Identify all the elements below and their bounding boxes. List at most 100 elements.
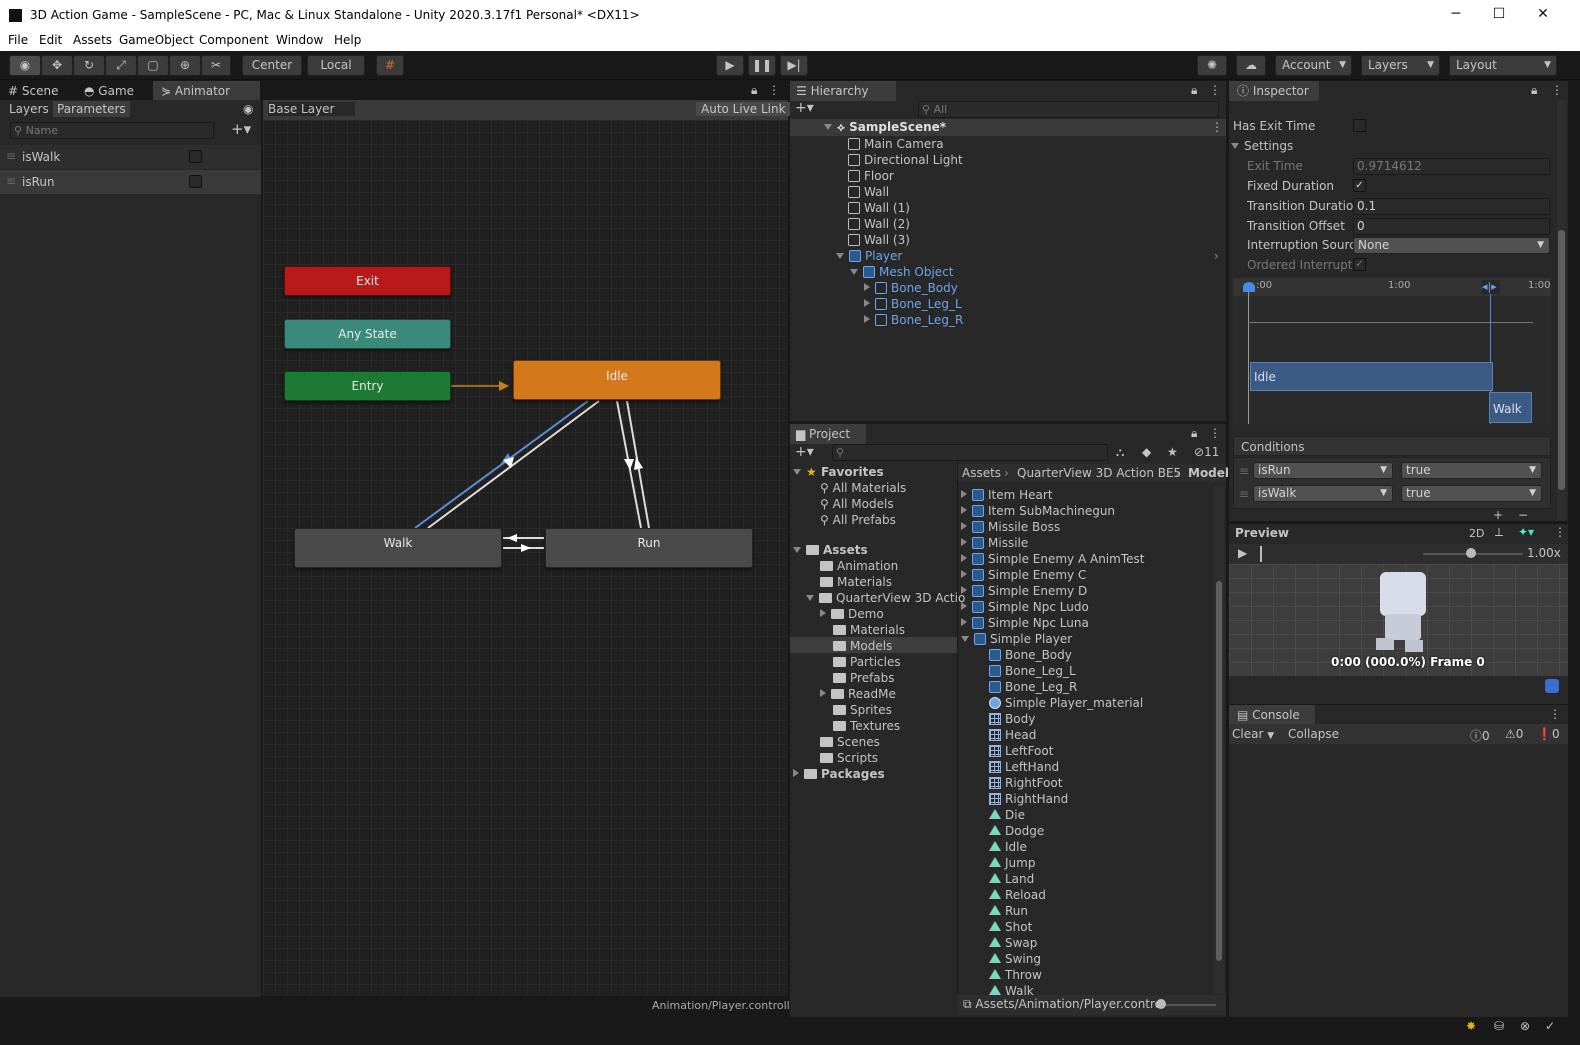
project-search-input[interactable]: ⚲: [832, 444, 1108, 461]
list-item[interactable]: Land: [989, 871, 1034, 887]
menu-edit[interactable]: Edit: [39, 33, 62, 47]
playhead-marker-icon[interactable]: [1243, 282, 1255, 292]
create-asset-button[interactable]: +▾: [795, 444, 814, 460]
clear-button[interactable]: Clear ▼: [1232, 727, 1274, 741]
collapse-icon[interactable]: [864, 299, 870, 307]
list-item[interactable]: Bone_Leg_L: [864, 296, 962, 312]
tree-item[interactable]: Materials: [833, 622, 905, 638]
tree-item[interactable]: Sprites: [833, 702, 892, 718]
has-exit-time-checkbox[interactable]: [1353, 119, 1366, 132]
collapse-icon[interactable]: [961, 490, 967, 498]
expand-icon[interactable]: [793, 469, 801, 475]
rotate-tool-button[interactable]: ↻: [73, 55, 105, 76]
account-dropdown[interactable]: Account ▼: [1275, 55, 1352, 76]
warning-filter[interactable]: ⚠0: [1505, 727, 1523, 741]
expand-icon[interactable]: [793, 547, 801, 553]
tree-item[interactable]: Textures: [833, 718, 900, 734]
move-tool-button[interactable]: ✥: [41, 55, 73, 76]
tab-hierarchy[interactable]: ☰ Hierarchy: [790, 81, 896, 101]
list-item[interactable]: Throw: [989, 967, 1042, 983]
tree-item[interactable]: Materials: [820, 574, 892, 590]
collapse-icon[interactable]: [864, 315, 870, 323]
state-exit[interactable]: Exit: [284, 266, 451, 296]
collapse-icon[interactable]: [961, 554, 967, 562]
menu-gameobject[interactable]: GameObject: [119, 33, 194, 47]
play-button[interactable]: ▶: [716, 55, 744, 76]
list-item[interactable]: Simple Player_material: [989, 695, 1143, 711]
error-filter[interactable]: ❗0: [1537, 727, 1560, 741]
more-icon[interactable]: ⋮: [1549, 707, 1561, 721]
cloud-icon[interactable]: ☁: [1236, 55, 1266, 76]
tree-item[interactable]: Particles: [833, 654, 901, 670]
list-item[interactable]: Simple Enemy C: [961, 567, 1086, 583]
expand-icon[interactable]: [824, 124, 832, 130]
log-filter[interactable]: ⓘ0: [1470, 727, 1490, 744]
tree-item[interactable]: Scenes: [820, 734, 880, 750]
transition-offset-field[interactable]: 0: [1353, 218, 1550, 235]
tree-item[interactable]: ⚲ All Prefabs: [820, 512, 896, 528]
menu-window[interactable]: Window: [276, 33, 323, 47]
tree-assets[interactable]: Assets: [793, 542, 868, 558]
lock-icon[interactable]: 🔒︎: [751, 83, 757, 98]
drag-handle-icon[interactable]: ≡: [1239, 487, 1249, 501]
tree-item[interactable]: QuarterView 3D Actio: [806, 590, 965, 606]
list-item[interactable]: LeftHand: [989, 759, 1059, 775]
lock-icon[interactable]: 🔒︎: [1191, 83, 1197, 98]
exit-time-field[interactable]: 0.9714612: [1353, 158, 1550, 175]
transition-duration-field[interactable]: 0.1: [1353, 198, 1550, 215]
tree-item[interactable]: Models: [833, 638, 892, 654]
grid-snap-button[interactable]: #: [376, 55, 404, 76]
collapse-icon[interactable]: [961, 522, 967, 530]
state-idle[interactable]: Idle: [513, 360, 721, 400]
list-item[interactable]: Missile: [961, 535, 1028, 551]
breadcrumb-base-layer[interactable]: Base Layer: [268, 102, 355, 116]
preview-play-button[interactable]: ▶: [1238, 546, 1247, 560]
cache-server-icon[interactable]: ⛁: [1494, 1019, 1504, 1033]
list-item[interactable]: Swap: [989, 935, 1037, 951]
lock-icon[interactable]: 🔒︎: [1531, 83, 1537, 98]
param-checkbox[interactable]: [189, 150, 202, 163]
scrollbar-thumb[interactable]: [1558, 230, 1565, 490]
eye-icon[interactable]: ◉: [243, 102, 253, 116]
collapse-icon[interactable]: [961, 602, 967, 610]
expand-icon[interactable]: [806, 595, 814, 601]
scrollbar[interactable]: [1557, 100, 1566, 520]
expand-icon[interactable]: [961, 636, 969, 642]
asset-label-icon[interactable]: [1545, 679, 1559, 693]
menu-help[interactable]: Help: [334, 33, 361, 47]
preview-scrub-line[interactable]: [1260, 546, 1262, 562]
lock-icon[interactable]: 🔒︎: [1191, 426, 1197, 441]
condition-value-dropdown[interactable]: true ▼: [1401, 462, 1542, 479]
list-item[interactable]: Bone_Body: [989, 647, 1072, 663]
auto-live-link-toggle[interactable]: Auto Live Link: [696, 102, 791, 116]
more-icon[interactable]: ⋮: [768, 83, 780, 97]
state-walk[interactable]: Walk: [294, 528, 502, 568]
collapse-icon[interactable]: [793, 769, 799, 777]
list-item[interactable]: Jump: [989, 855, 1035, 871]
tab-scene[interactable]: # Scene: [8, 81, 58, 101]
list-item[interactable]: Floor: [848, 168, 894, 184]
list-item[interactable]: Dodge: [989, 823, 1044, 839]
collapse-icon[interactable]: [961, 506, 967, 514]
tree-favorites[interactable]: ★ Favorites: [793, 464, 884, 480]
breadcrumb-quarterview[interactable]: QuarterView 3D Action BE5: [1017, 466, 1181, 480]
filter-label-icon[interactable]: ◆: [1142, 445, 1151, 459]
pivot-icon[interactable]: ⟂: [1495, 525, 1503, 540]
list-item[interactable]: Bone_Leg_R: [989, 679, 1077, 695]
list-item[interactable]: Wall (3): [848, 232, 910, 248]
list-item[interactable]: Swing: [989, 951, 1041, 967]
list-item[interactable]: Mesh Object: [850, 264, 954, 280]
list-item[interactable]: Simple Npc Luna: [961, 615, 1089, 631]
remove-condition-button[interactable]: −: [1518, 508, 1528, 522]
condition-param-dropdown[interactable]: isRun ▼: [1253, 462, 1393, 479]
transform-tool-button[interactable]: ⊕: [169, 55, 201, 76]
pivot-center-button[interactable]: Center: [242, 55, 302, 76]
timeline-clip-walk[interactable]: Walk: [1489, 392, 1532, 423]
layout-dropdown[interactable]: Layout ▼: [1449, 55, 1557, 76]
slider-handle[interactable]: [1156, 999, 1166, 1009]
tab-console[interactable]: ▤ Console: [1229, 705, 1315, 725]
list-item[interactable]: Simple Enemy D: [961, 583, 1087, 599]
list-item[interactable]: Bone_Body: [864, 280, 958, 296]
tab-parameters[interactable]: Parameters: [53, 101, 130, 117]
list-item[interactable]: Die: [989, 807, 1025, 823]
